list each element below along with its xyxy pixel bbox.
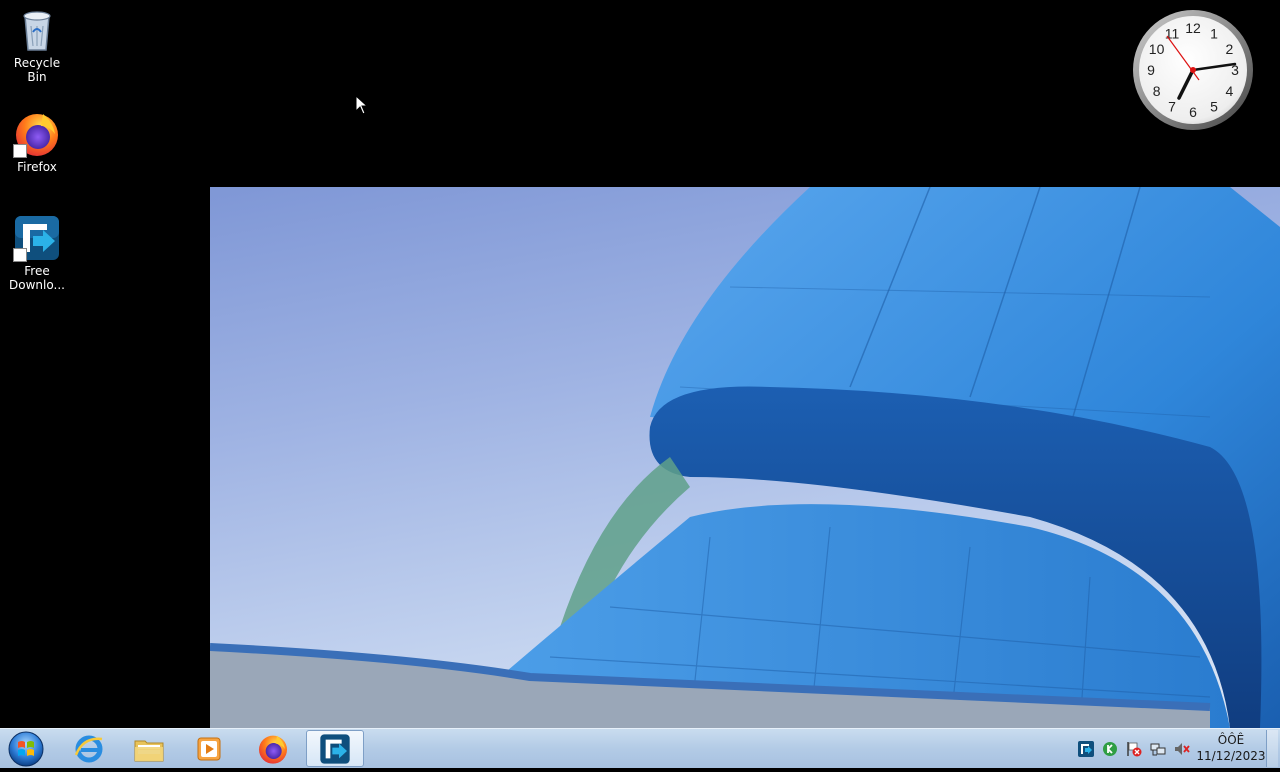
taskbar: ÔÔÊ 11/12/2023 xyxy=(0,728,1280,768)
internet-explorer-icon xyxy=(74,735,103,763)
clock-numeral: 6 xyxy=(1189,104,1197,120)
taskbar-date: 11/12/2023 xyxy=(1196,749,1266,763)
clock-gadget[interactable]: 12 1 2 3 4 5 6 7 8 9 10 11 xyxy=(1131,8,1255,132)
desktop-icon-firefox[interactable]: Firefox xyxy=(2,110,72,174)
show-desktop-button[interactable] xyxy=(1266,730,1278,767)
network-icon[interactable] xyxy=(1150,741,1166,757)
fdm-tray-icon[interactable] xyxy=(1078,741,1094,757)
taskbar-windows-explorer[interactable] xyxy=(120,730,178,767)
mouse-cursor-icon xyxy=(355,94,369,115)
clock-numeral: 8 xyxy=(1153,83,1161,99)
taskbar-internet-explorer[interactable] xyxy=(60,730,118,767)
start-button[interactable] xyxy=(6,730,46,768)
desktop-icon-recycle-bin[interactable]: Recycle Bin xyxy=(2,6,72,84)
desktop-icon-free-download-manager[interactable]: Free Downlo... xyxy=(2,214,72,292)
firefox-icon xyxy=(13,110,61,158)
clock-numeral: 4 xyxy=(1226,83,1234,99)
taskbar-free-download-manager[interactable] xyxy=(306,730,364,767)
clock-numeral: 10 xyxy=(1149,41,1165,57)
desktop-icon-label: Recycle Bin xyxy=(13,56,61,84)
desktop: Recycle Bin Firefox Free Downlo... 12 1 … xyxy=(0,0,1280,728)
clock-numeral: 7 xyxy=(1168,98,1176,114)
desktop-icon-label: Free Downlo... xyxy=(9,264,65,292)
clock-numeral: 12 xyxy=(1185,20,1201,36)
free-download-manager-icon xyxy=(13,214,61,262)
folder-explorer-icon xyxy=(134,740,164,762)
taskbar-firefox[interactable] xyxy=(244,730,302,767)
taskbar-clock[interactable]: ÔÔÊ 11/12/2023 xyxy=(1196,732,1266,764)
flag-error-icon[interactable] xyxy=(1126,741,1142,757)
taskbar-time: ÔÔÊ xyxy=(1217,733,1245,747)
media-player-icon xyxy=(197,737,221,761)
clock-numeral: 5 xyxy=(1210,98,1218,114)
clock-numeral: 2 xyxy=(1226,41,1234,57)
shortcut-arrow-icon xyxy=(13,144,27,158)
desktop-icon-label: Firefox xyxy=(17,160,57,174)
volume-muted-icon[interactable] xyxy=(1174,741,1190,757)
clock-numeral: 11 xyxy=(1165,26,1180,42)
clock-numeral: 9 xyxy=(1147,62,1155,78)
clock-numeral: 1 xyxy=(1210,26,1218,42)
free-download-manager-icon xyxy=(320,734,350,764)
desktop-wallpaper xyxy=(210,187,1280,728)
shortcut-arrow-icon xyxy=(13,248,27,262)
recycle-bin-icon xyxy=(13,6,61,54)
firefox-icon xyxy=(259,735,287,764)
taskbar-media-player[interactable] xyxy=(180,730,238,767)
windows-start-orb-icon xyxy=(8,731,44,767)
kaspersky-tray-icon[interactable] xyxy=(1102,741,1118,757)
